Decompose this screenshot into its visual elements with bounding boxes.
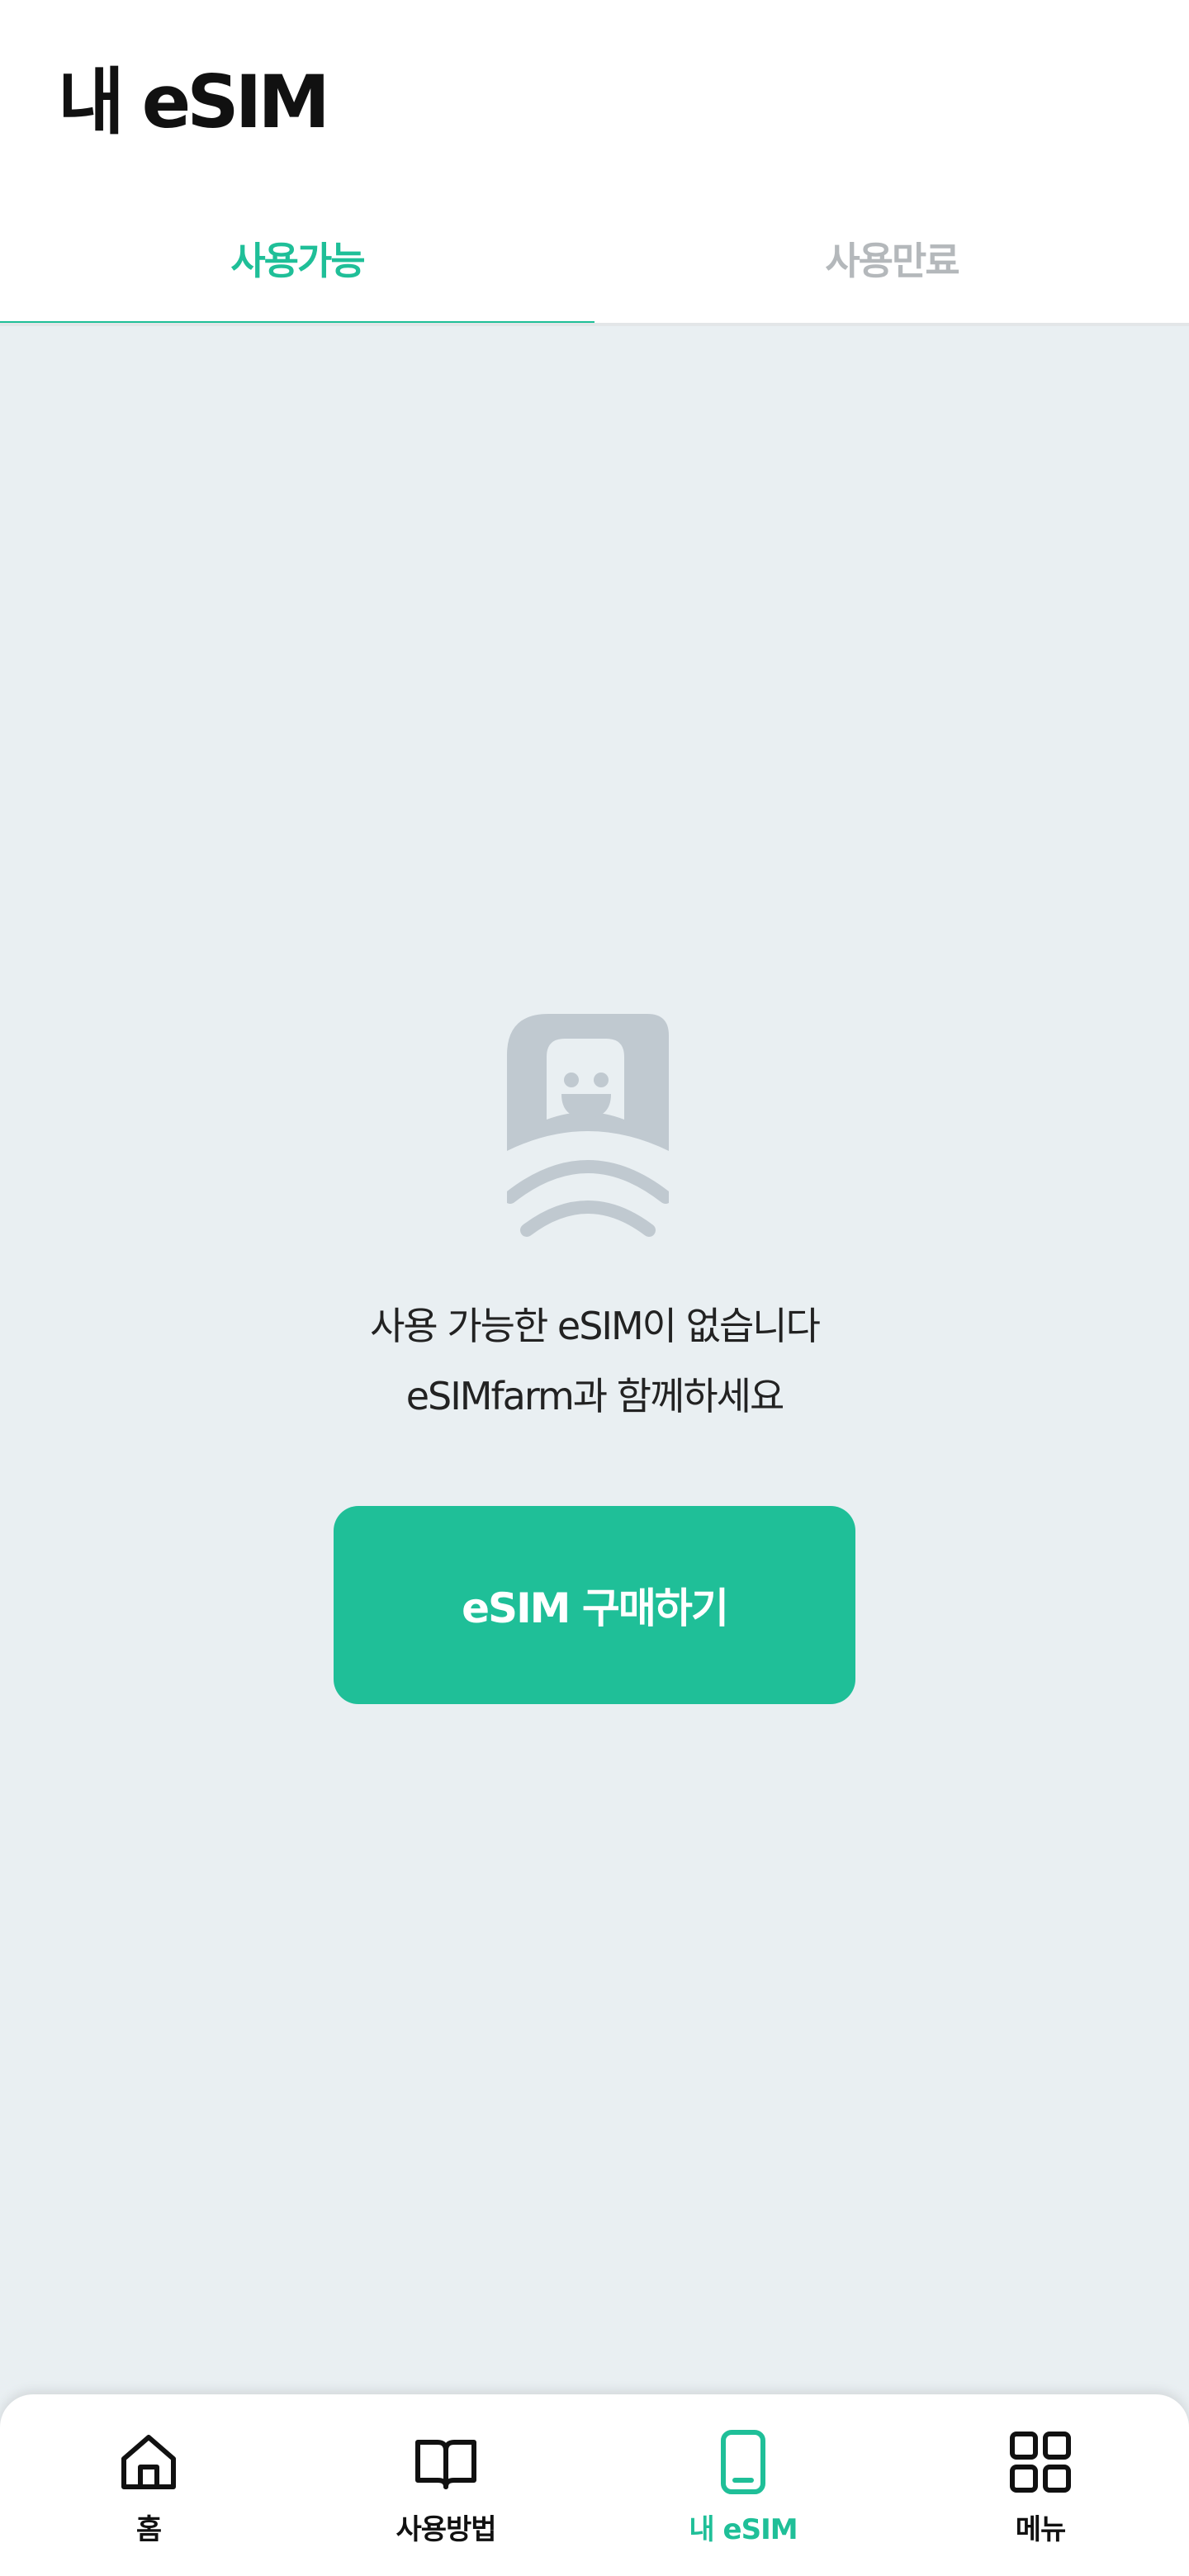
tabs-divider [0, 323, 1189, 326]
nav-item-menu[interactable]: 메뉴 [892, 2394, 1189, 2576]
tab-available[interactable]: 사용가능 [0, 206, 594, 326]
bottom-nav: 홈 사용방법 내 eSIM 메뉴 [0, 2394, 1189, 2576]
nav-label-my-esim: 내 eSIM [689, 2513, 798, 2546]
header: 내 eSIM 사용가능 사용만료 [0, 0, 1189, 326]
tab-bar: 사용가능 사용만료 [0, 206, 1189, 326]
tab-expired[interactable]: 사용만료 [594, 206, 1189, 326]
buy-esim-button[interactable]: eSIM 구매하기 [334, 1506, 855, 1704]
phone-icon [721, 2430, 765, 2494]
home-icon [121, 2435, 176, 2489]
book-icon [415, 2440, 476, 2489]
esim-character-icon [507, 1014, 669, 1237]
nav-label-guide: 사용방법 [396, 2513, 496, 2546]
nav-item-guide[interactable]: 사용방법 [297, 2394, 594, 2576]
page-title: 내 eSIM [58, 59, 330, 144]
empty-message: 사용 가능한 eSIM이 없습니다 [370, 1304, 821, 1348]
tab-expired-label: 사용만료 [825, 239, 959, 283]
grid-icon [1010, 2432, 1071, 2493]
empty-submessage: eSIMfarm과 함께하세요 [405, 1374, 785, 1418]
nav-label-home: 홈 [135, 2513, 162, 2546]
nav-item-home[interactable]: 홈 [0, 2394, 297, 2576]
tab-available-label: 사용가능 [230, 239, 365, 283]
app-root: 내 eSIM 사용가능 사용만료 사용 가능한 eSIM이 없습니다 eSIMf… [0, 0, 1189, 2576]
nav-item-my-esim[interactable]: 내 eSIM [594, 2394, 892, 2576]
nav-label-menu: 메뉴 [1015, 2513, 1067, 2546]
